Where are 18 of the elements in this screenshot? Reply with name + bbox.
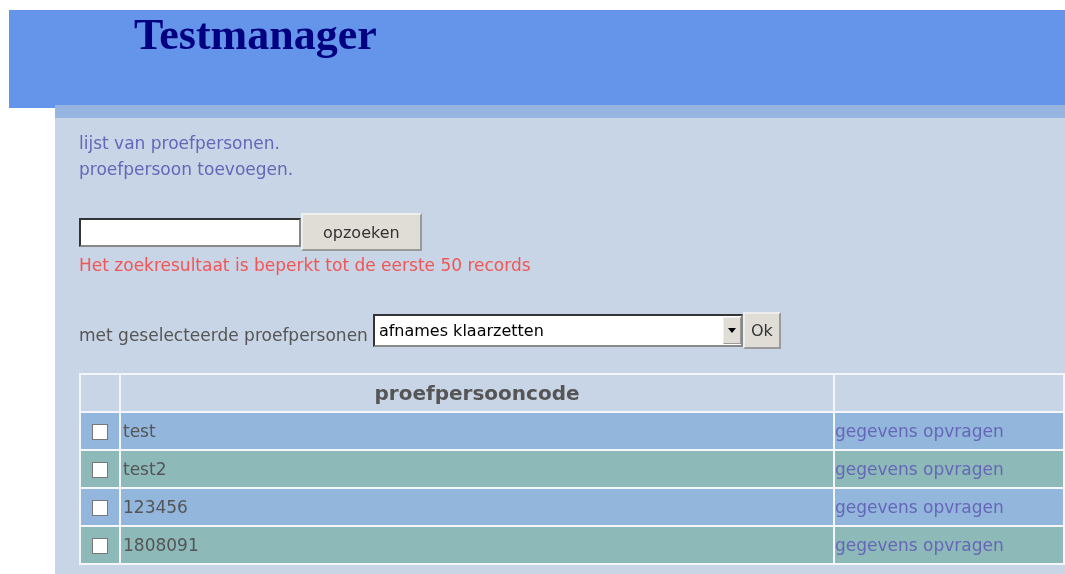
search-notice: Het zoekresultaat is beperkt tot de eerste 50 records	[79, 255, 532, 275]
ok-button[interactable]: Ok	[742, 312, 781, 349]
row-checkbox[interactable]	[92, 424, 108, 440]
row-checkbox[interactable]	[92, 500, 108, 516]
bulk-action-label: met geselecteerde proefpersonen	[79, 324, 368, 345]
column-header: proefpersooncode	[120, 374, 834, 412]
search-button[interactable]: opzoeken	[301, 213, 422, 251]
row-checkbox[interactable]	[92, 462, 108, 478]
action-dropdown[interactable]: afnames klaarzetten	[372, 314, 743, 347]
table-cell-text: test2	[122, 459, 167, 479]
nav-link[interactable]: proefpersoon toevoegen.	[79, 156, 294, 182]
table-cell-text: 123456	[122, 497, 188, 517]
table-cell-text: test	[122, 421, 156, 441]
table-cell-text: 1808091	[122, 535, 199, 555]
app-title: Testmanager	[133, 10, 377, 57]
search-field[interactable]	[79, 217, 301, 247]
row-checkbox[interactable]	[92, 538, 108, 554]
nav-link[interactable]: lijst van proefpersonen.	[79, 130, 280, 156]
